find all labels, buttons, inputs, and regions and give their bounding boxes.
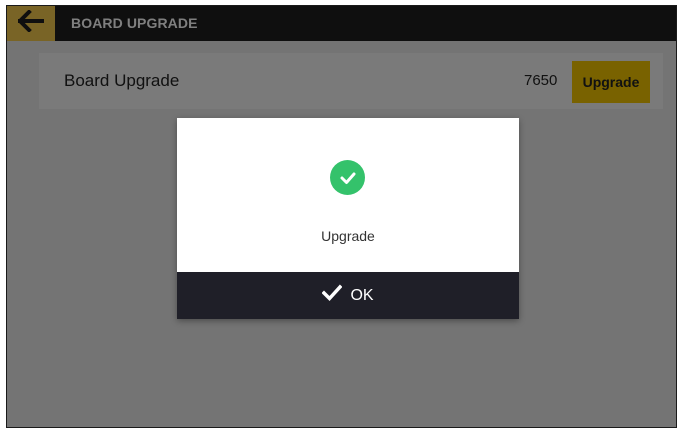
check-circle-icon bbox=[330, 160, 365, 195]
checkmark-icon bbox=[321, 284, 350, 307]
dialog-message: Upgrade bbox=[321, 228, 375, 244]
ok-button[interactable]: OK bbox=[177, 272, 519, 319]
app-screen: BOARD UPGRADE Board Upgrade 7650 Upgrade… bbox=[6, 5, 677, 428]
ok-label: OK bbox=[350, 286, 374, 304]
upgrade-dialog: Upgrade OK bbox=[177, 118, 519, 319]
